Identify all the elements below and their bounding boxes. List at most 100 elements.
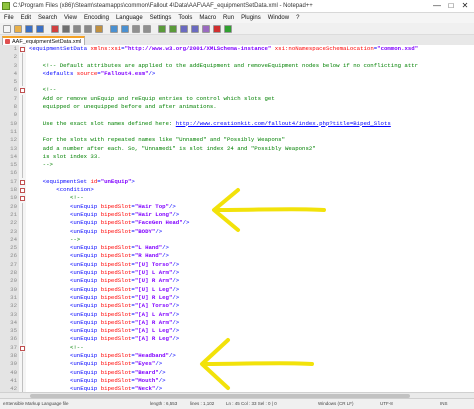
code-line[interactable]: 8 equipped or unequipped before and afte… bbox=[14, 103, 474, 112]
macro-play-icon[interactable] bbox=[224, 24, 232, 33]
menu-encoding[interactable]: Encoding bbox=[84, 13, 109, 23]
fold-toggle-icon[interactable] bbox=[19, 178, 26, 186]
code-line[interactable]: 10 Use the exact slot names defined here… bbox=[10, 119, 474, 128]
token-attr: bipedSlot bbox=[100, 368, 132, 376]
token-tag: <unEquip bbox=[29, 310, 101, 318]
menu-view[interactable]: View bbox=[64, 13, 77, 23]
sync-icon[interactable] bbox=[180, 24, 188, 33]
token-val: "Eyes" bbox=[134, 360, 156, 368]
menu-macro[interactable]: Macro bbox=[199, 13, 216, 23]
fold-toggle-icon[interactable] bbox=[19, 186, 26, 194]
menu-plugins[interactable]: Plugins bbox=[241, 13, 261, 23]
save-all-icon[interactable] bbox=[36, 24, 44, 33]
zoom-in-icon[interactable] bbox=[158, 24, 166, 33]
line-number: 12 bbox=[10, 136, 17, 144]
toolbar bbox=[0, 23, 474, 35]
token-val: "unEquip" bbox=[100, 177, 132, 185]
minimize-button[interactable]: — bbox=[430, 0, 444, 12]
token-link[interactable]: http://www.creationkit.com/fallout4/inde… bbox=[176, 120, 391, 127]
fold-line bbox=[19, 376, 26, 386]
fold-line bbox=[19, 293, 26, 303]
code-line[interactable]: 17 <equipmentSet id="unEquip"> bbox=[10, 178, 474, 186]
menu-file[interactable]: File bbox=[4, 13, 14, 23]
menu-settings[interactable]: Settings bbox=[150, 13, 172, 23]
code-line[interactable]: 27 <unEquip bipedSlot="[U] Torso"/> bbox=[10, 260, 474, 270]
code-line[interactable]: 32 <unEquip bipedSlot="[A] Torso"/> bbox=[10, 302, 474, 311]
code-line[interactable]: 33 <unEquip bipedSlot="[A] L Arm"/> bbox=[10, 310, 474, 319]
code-line[interactable]: 26 <unEquip bipedSlot="R Hand"/> bbox=[10, 252, 474, 261]
line-number: 17 bbox=[10, 177, 17, 185]
print-icon[interactable] bbox=[62, 24, 70, 33]
code-text: <equipmentSet id="unEquip"> bbox=[29, 178, 135, 186]
code-line[interactable]: 5 bbox=[14, 78, 474, 87]
zoom-out-icon[interactable] bbox=[169, 24, 177, 33]
fold-toggle-icon[interactable] bbox=[19, 86, 26, 94]
maximize-button[interactable]: □ bbox=[444, 0, 458, 12]
code-line[interactable]: 30 <unEquip bipedSlot="[U] L Leg"/> bbox=[10, 285, 474, 294]
save-icon[interactable] bbox=[25, 24, 33, 33]
code-line[interactable]: 15 --> bbox=[10, 161, 474, 170]
code-line[interactable]: 28 <unEquip bipedSlot="[U] L Arm"/> bbox=[10, 269, 474, 278]
code-text: <unEquip bipedSlot="BODY"/> bbox=[29, 228, 162, 236]
menu-search[interactable]: Search bbox=[38, 13, 57, 23]
open-file-icon[interactable] bbox=[14, 24, 22, 33]
menu-window[interactable]: Window bbox=[268, 13, 289, 23]
line-number: 2 bbox=[13, 53, 17, 61]
menu-tools[interactable]: Tools bbox=[178, 13, 192, 23]
token-val: "Mouth" bbox=[134, 376, 159, 384]
macro-record-icon[interactable] bbox=[213, 24, 221, 33]
window-controls: — □ ✕ bbox=[430, 0, 472, 12]
code-line[interactable]: 14 is slot index 33. bbox=[10, 152, 474, 162]
code-line[interactable]: 2 bbox=[14, 53, 474, 62]
code-line[interactable]: 4 <defaults source="Fallout4.esm"/> bbox=[14, 69, 474, 79]
code-text: Use the exact slot names defined here: h… bbox=[29, 120, 391, 128]
code-line[interactable]: 11 bbox=[10, 127, 474, 137]
paste-icon[interactable] bbox=[95, 24, 103, 33]
menu-help[interactable]: ? bbox=[296, 13, 299, 23]
fold-toggle-icon[interactable] bbox=[19, 194, 26, 202]
menu-language[interactable]: Language bbox=[116, 13, 143, 23]
code-line[interactable]: 16 bbox=[10, 169, 474, 178]
code-line[interactable]: 6 <!-- bbox=[14, 86, 474, 94]
token-tag: <unEquip bbox=[29, 252, 101, 260]
token-val: "[U] Torso" bbox=[134, 260, 173, 268]
replace-icon[interactable] bbox=[143, 24, 151, 33]
code-line[interactable]: 29 <unEquip bipedSlot="[U] R Arm"/> bbox=[10, 277, 474, 286]
code-line[interactable]: 34 <unEquip bipedSlot="[A] R Arm"/> bbox=[10, 318, 474, 328]
close-icon[interactable] bbox=[51, 24, 59, 33]
tab-equipmentsetdata[interactable]: AAF_equipmentSetData.xml bbox=[2, 36, 86, 45]
token-attr: bipedSlot bbox=[100, 293, 132, 301]
line-number: 21 bbox=[10, 210, 17, 218]
token-attr: xsi:noNamespaceSchemaLocation bbox=[274, 45, 374, 52]
code-line[interactable]: 1 <equipmentSetData xmlns:xsi="http://www… bbox=[14, 45, 474, 53]
code-line[interactable]: 7 Add or remove unEquip and reEquip entr… bbox=[14, 94, 474, 104]
code-line[interactable]: 12 For the slots with repeated names lik… bbox=[10, 136, 474, 145]
indent-icon[interactable] bbox=[202, 24, 210, 33]
code-line[interactable]: 31 <unEquip bipedSlot="[U] R Leg"/> bbox=[10, 293, 474, 303]
fold-toggle-icon[interactable] bbox=[19, 344, 26, 352]
token-attr: bipedSlot bbox=[100, 219, 132, 227]
fold-line bbox=[19, 310, 26, 319]
find-icon[interactable] bbox=[132, 24, 140, 33]
cut-icon[interactable] bbox=[73, 24, 81, 33]
undo-icon[interactable] bbox=[110, 24, 118, 33]
copy-icon[interactable] bbox=[84, 24, 92, 33]
code-text: <unEquip bipedSlot="[U] R Arm"/> bbox=[29, 277, 179, 285]
fold-toggle-icon[interactable] bbox=[19, 45, 26, 53]
fold-line bbox=[19, 368, 26, 377]
token-val: "[U] L Leg" bbox=[134, 285, 173, 293]
code-line[interactable]: 25 <unEquip bipedSlot="L Hand"/> bbox=[10, 244, 474, 253]
token-tag: <unEquip bbox=[29, 219, 101, 227]
code-line[interactable]: 13 add a number after each. So, "Unnamed… bbox=[10, 144, 474, 153]
code-line[interactable]: 24 --> bbox=[10, 235, 474, 245]
menu-edit[interactable]: Edit bbox=[21, 13, 31, 23]
redo-icon[interactable] bbox=[121, 24, 129, 33]
code-line[interactable]: 3 <!-- Default attributes are applied to… bbox=[14, 61, 474, 70]
new-file-icon[interactable] bbox=[3, 24, 11, 33]
wrap-icon[interactable] bbox=[191, 24, 199, 33]
fold-line bbox=[19, 127, 26, 137]
line-number: 37 bbox=[10, 343, 17, 351]
menu-run[interactable]: Run bbox=[223, 13, 234, 23]
code-line[interactable]: 9 bbox=[14, 111, 474, 120]
close-button[interactable]: ✕ bbox=[458, 0, 472, 12]
